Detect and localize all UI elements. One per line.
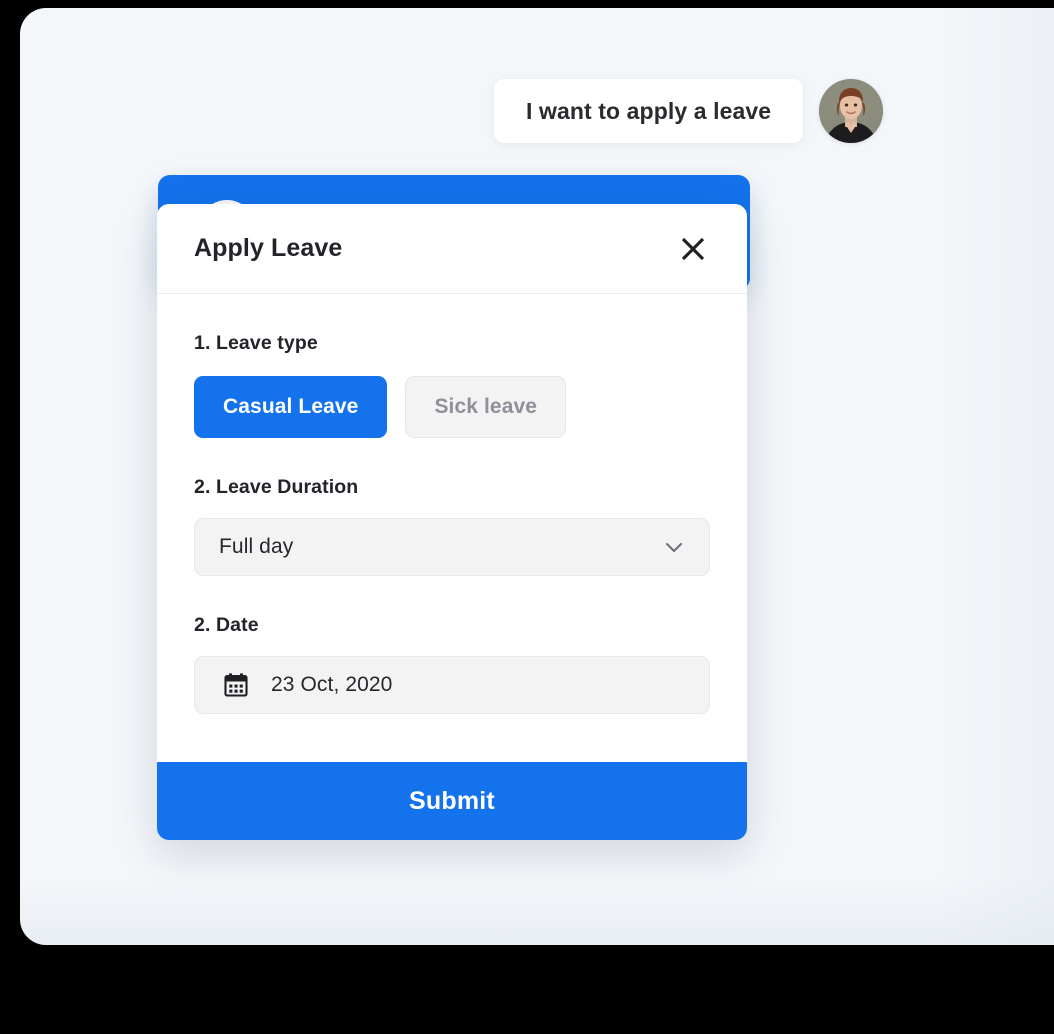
leave-duration-section: 2. Leave Duration Full day	[194, 476, 710, 576]
panel-right-shadow	[934, 8, 1054, 945]
dialog-body: 1. Leave type Casual Leave Sick leave 2.…	[157, 294, 747, 762]
user-avatar	[819, 79, 884, 143]
leave-duration-select[interactable]: Full day	[194, 518, 710, 576]
calendar-icon	[224, 673, 248, 697]
close-icon	[681, 237, 705, 260]
submit-button[interactable]: Submit	[157, 762, 747, 840]
date-section: 2. Date 23 Oct, 2020	[194, 614, 710, 714]
date-label: 2. Date	[194, 614, 259, 636]
leave-duration-label: 2. Leave Duration	[194, 476, 359, 498]
leave-type-option-sick[interactable]: Sick leave	[405, 376, 567, 438]
close-button[interactable]	[675, 231, 711, 267]
dialog-title: Apply Leave	[194, 234, 343, 262]
leave-type-section: 1. Leave type Casual Leave Sick leave	[194, 332, 710, 438]
user-message-bubble: I want to apply a leave	[494, 79, 804, 143]
apply-leave-dialog: Apply Leave 1. Leave type Casual Leave S…	[157, 204, 747, 840]
leave-duration-value: Full day	[219, 535, 294, 558]
avatar-photo-icon	[819, 79, 884, 143]
leave-type-option-casual-label: Casual Leave	[223, 395, 359, 418]
panel-bottom-shadow	[20, 875, 1054, 945]
leave-type-option-casual[interactable]: Casual Leave	[194, 376, 388, 438]
dialog-header: Apply Leave	[157, 204, 747, 294]
date-field[interactable]: 23 Oct, 2020	[194, 656, 710, 714]
app-panel: I want to apply a leave Apply Leave 1. L…	[20, 8, 1054, 945]
chevron-down-icon	[666, 543, 682, 552]
date-value: 23 Oct, 2020	[271, 673, 393, 696]
chat-message-row: I want to apply a leave	[494, 70, 934, 152]
leave-type-option-sick-label: Sick leave	[434, 395, 538, 418]
user-message-text: I want to apply a leave	[526, 97, 772, 124]
leave-type-label: 1. Leave type	[194, 332, 318, 354]
leave-type-options: Casual Leave Sick leave	[194, 376, 710, 438]
